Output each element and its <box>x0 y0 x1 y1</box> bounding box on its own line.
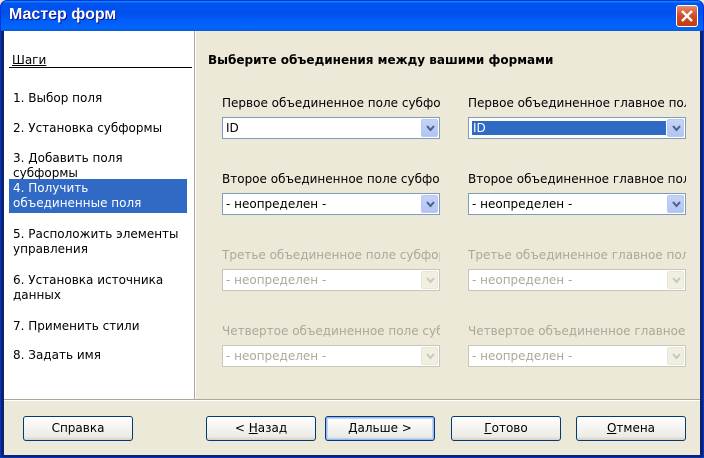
chevron-down-icon <box>426 353 435 360</box>
chevron-down-icon <box>672 201 681 208</box>
field3-sub-label: Третье объединенное поле субформы <box>222 248 440 262</box>
field3-main-value: - неопределен - <box>472 273 573 287</box>
finish-button[interactable]: Готово <box>451 416 561 441</box>
field4-main-label: Четвертое объединенное главное поле <box>468 324 686 338</box>
field3-main-label: Третье объединенное главное поле <box>468 248 686 262</box>
horizontal-separator <box>4 399 700 401</box>
chevron-down-icon <box>672 125 681 132</box>
step-item[interactable]: 2. Установка субформы <box>9 119 187 138</box>
field4-sub-value: - неопределен - <box>226 349 327 363</box>
next-button[interactable]: Дальше > <box>325 416 435 441</box>
title-bar[interactable]: Мастер форм <box>1 1 703 31</box>
field3-sub-value: - неопределен - <box>226 273 327 287</box>
chevron-down-icon <box>426 201 435 208</box>
page-title: Выберите объединения между вашими формам… <box>208 53 554 67</box>
dropdown-button[interactable] <box>667 119 684 137</box>
field1-sub-value: ID <box>226 121 239 135</box>
field2-main-value: - неопределен - <box>472 197 573 211</box>
step-item-active[interactable]: 4. Получить объединенные поля <box>9 179 187 213</box>
steps-divider <box>9 67 192 68</box>
dropdown-button[interactable] <box>421 195 438 213</box>
field4-main-value: - неопределен - <box>472 349 573 363</box>
field3-sub-combo: - неопределен - <box>222 269 440 291</box>
chevron-down-icon <box>672 353 681 360</box>
field1-sub-label: Первое объединенное поле субформы <box>222 96 440 110</box>
field4-sub-combo: - неопределен - <box>222 345 440 367</box>
dialog-client: Шаги 1. Выбор поля 2. Установка субформы… <box>4 31 700 455</box>
step-item[interactable]: 8. Задать имя <box>9 346 187 365</box>
close-button[interactable] <box>676 5 698 27</box>
chevron-down-icon <box>426 125 435 132</box>
dropdown-button <box>667 271 684 289</box>
field2-sub-combo[interactable]: - неопределен - <box>222 193 440 215</box>
field2-sub-label: Второе объединенное поле субформы <box>222 172 440 186</box>
window-title: Мастер форм <box>9 6 117 23</box>
field4-main-combo: - неопределен - <box>468 345 686 367</box>
field1-main-label: Первое объединенное главное поле <box>468 96 686 110</box>
field2-sub-value: - неопределен - <box>226 197 327 211</box>
field1-main-combo[interactable]: ID <box>468 117 686 139</box>
step-item[interactable]: 5. Расположить элементы управления <box>9 225 187 259</box>
dropdown-button <box>421 347 438 365</box>
dropdown-button[interactable] <box>667 195 684 213</box>
step-item[interactable]: 7. Применить стили <box>9 317 187 336</box>
chevron-down-icon <box>672 277 681 284</box>
dropdown-button <box>667 347 684 365</box>
chevron-down-icon <box>426 277 435 284</box>
field4-sub-label: Четвертое объединенное поле субформы <box>222 324 440 338</box>
cancel-button[interactable]: Отмена <box>576 416 686 441</box>
field1-sub-combo[interactable]: ID <box>222 117 440 139</box>
dropdown-button[interactable] <box>421 119 438 137</box>
step-item[interactable]: 3. Добавить поля субформы <box>9 149 187 183</box>
field3-main-combo: - неопределен - <box>468 269 686 291</box>
steps-title: Шаги <box>12 53 47 67</box>
dropdown-button <box>421 271 438 289</box>
vertical-divider <box>194 31 196 399</box>
field2-main-combo[interactable]: - неопределен - <box>468 193 686 215</box>
help-button[interactable]: Справка <box>23 416 133 441</box>
close-icon <box>681 10 693 22</box>
step-item[interactable]: 6. Установка источника данных <box>9 271 187 305</box>
dialog-window: Мастер форм Шаги 1. Выбор поля 2. Устано… <box>0 0 704 458</box>
back-button[interactable]: < Назад <box>206 416 316 441</box>
step-item[interactable]: 1. Выбор поля <box>9 89 187 108</box>
field2-main-label: Второе объединенное главное поле <box>468 172 686 186</box>
field1-main-value: ID <box>472 121 666 135</box>
steps-panel: Шаги 1. Выбор поля 2. Установка субформы… <box>4 31 194 399</box>
